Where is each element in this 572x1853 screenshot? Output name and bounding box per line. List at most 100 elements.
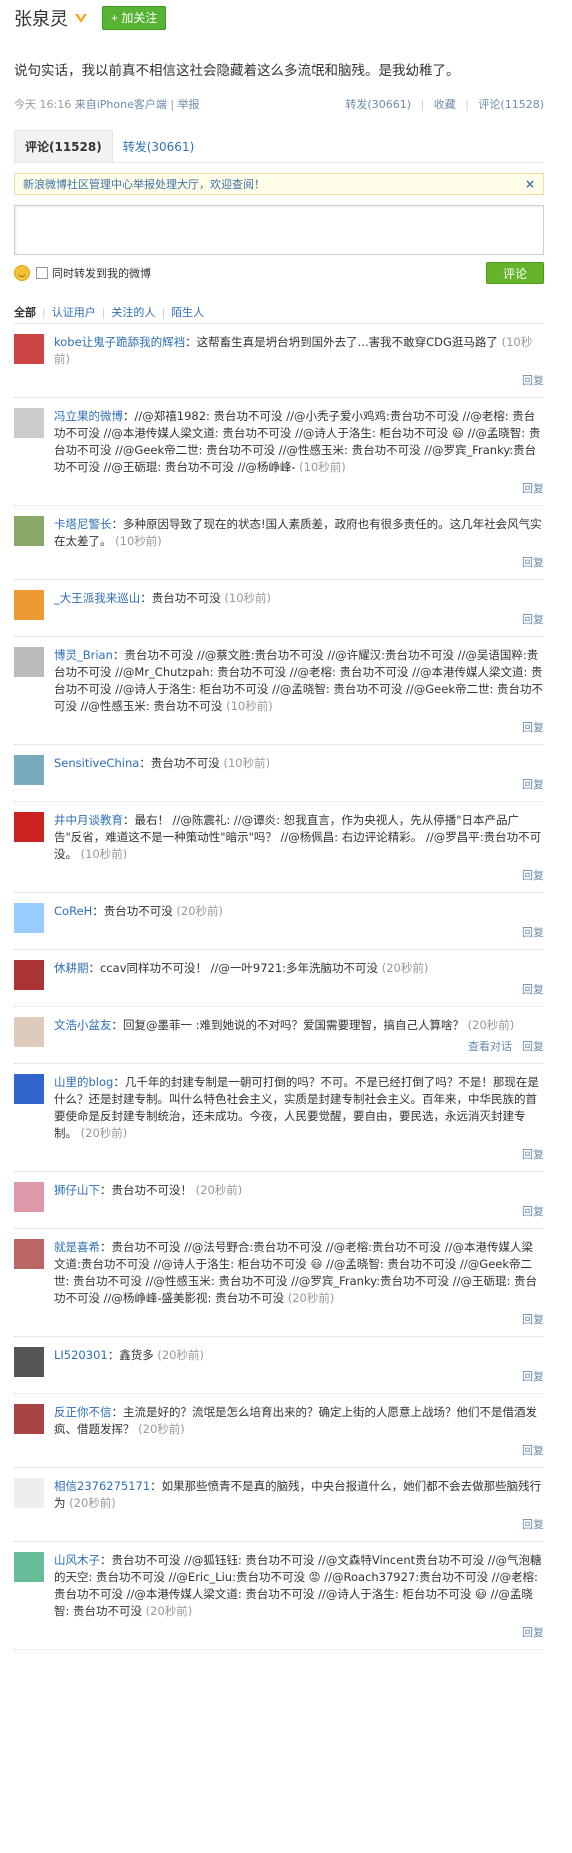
comment-item: 井中月谈教育：最右！ //@陈震礼: //@谭炎: 恕我直言，作为央视人，先从停… xyxy=(14,802,544,893)
repost-checkbox[interactable] xyxy=(36,267,48,279)
comment-text: ：//@郑禧1982: 贵台功不可没 //@小秃子爱小鸡鸡:贵台功不可没 //@… xyxy=(54,409,541,474)
reply-link[interactable]: 回复 xyxy=(522,983,544,996)
avatar[interactable] xyxy=(14,812,44,842)
filter-verified[interactable]: 认证用户 xyxy=(52,304,96,320)
reply-link[interactable]: 回复 xyxy=(522,1518,544,1531)
reply-link[interactable]: 回复 xyxy=(522,926,544,939)
status-time[interactable]: 今天 16:16 xyxy=(14,98,71,111)
avatar[interactable] xyxy=(14,1074,44,1104)
report-link[interactable]: 举报 xyxy=(178,98,200,111)
comment-text: ：贵台功不可没！ xyxy=(100,1183,192,1197)
comment-author[interactable]: 井中月谈教育 xyxy=(54,813,123,827)
comment-author[interactable]: 博灵_Brian xyxy=(54,648,113,662)
emoticon-icon[interactable] xyxy=(14,265,30,281)
comment-author[interactable]: LI520301 xyxy=(54,1348,108,1362)
comment-body: kobe让鬼子跪舔我的辉裆：这帮畜生真是坍台坍到国外去了...害我不敢穿CDG逛… xyxy=(54,334,544,397)
comment-input[interactable] xyxy=(14,205,544,255)
comment-text: ：鑫货多 xyxy=(107,1348,154,1362)
comment-author[interactable]: CoReH xyxy=(54,904,92,918)
reply-link[interactable]: 回复 xyxy=(522,374,544,387)
reply-link[interactable]: 回复 xyxy=(522,1313,544,1326)
avatar[interactable] xyxy=(14,960,44,990)
comment-actions: 回复 xyxy=(54,1146,544,1171)
avatar[interactable] xyxy=(14,647,44,677)
comment-author[interactable]: 冯立果的微博 xyxy=(54,409,123,423)
reply-link[interactable]: 回复 xyxy=(522,1370,544,1383)
comment-body: SensitiveChina：贵台功不可没 (10秒前) 回复 xyxy=(54,755,544,801)
comment-author[interactable]: 狮仔山下 xyxy=(54,1183,100,1197)
comment-item: SensitiveChina：贵台功不可没 (10秒前) 回复 xyxy=(14,745,544,802)
reply-link[interactable]: 回复 xyxy=(522,1205,544,1218)
comment-item: 山里的blog：几千年的封建专制是一朝可打倒的吗？不可。不是已经打倒了吗？不是！… xyxy=(14,1064,544,1172)
close-icon[interactable]: × xyxy=(525,177,535,191)
tab-comments[interactable]: 评论(11528) xyxy=(14,130,113,162)
reply-link[interactable]: 回复 xyxy=(522,482,544,495)
comment-body: 冯立果的微博：//@郑禧1982: 贵台功不可没 //@小秃子爱小鸡鸡:贵台功不… xyxy=(54,408,544,505)
avatar[interactable] xyxy=(14,1239,44,1269)
submit-comment-button[interactable]: 评论 xyxy=(486,262,544,284)
reply-link[interactable]: 回复 xyxy=(522,721,544,734)
avatar[interactable] xyxy=(14,516,44,546)
comment-author[interactable]: _大王派我来巡山 xyxy=(54,591,140,605)
filter-strangers[interactable]: 陌生人 xyxy=(171,304,204,320)
comment-actions: 回复 xyxy=(54,776,544,801)
comment-actions: 回复 xyxy=(54,1368,544,1393)
avatar[interactable] xyxy=(14,1182,44,1212)
comment-author[interactable]: 相信2376275171 xyxy=(54,1479,150,1493)
comment-text: ：主流是好的？流氓是怎么培育出来的？确定上街的人愿意上战场？他们不是借酒发疯、借… xyxy=(54,1405,537,1436)
comment-time: (20秒前) xyxy=(464,1018,515,1032)
comment-author[interactable]: 休耕期 xyxy=(54,961,89,975)
comment-body: 卡塔尼警长：多种原因导致了现在的状态!国人素质差，政府也有很多责任的。这几年社会… xyxy=(54,516,544,579)
avatar[interactable] xyxy=(14,903,44,933)
reply-link[interactable]: 回复 xyxy=(522,613,544,626)
user-name[interactable]: 张泉灵 xyxy=(14,5,68,31)
reply-link[interactable]: 回复 xyxy=(522,556,544,569)
comment-body: 山风木子：贵台功不可没 //@狐钰钰: 贵台功不可没 //@文森特Vincent… xyxy=(54,1552,544,1649)
avatar[interactable] xyxy=(14,1017,44,1047)
comment-author[interactable]: 山里的blog xyxy=(54,1075,113,1089)
favorite-link[interactable]: 收藏 xyxy=(434,98,456,111)
comment-link[interactable]: 评论(11528) xyxy=(478,98,544,111)
comment-item: 反正你不信：主流是好的？流氓是怎么培育出来的？确定上街的人愿意上战场？他们不是借… xyxy=(14,1394,544,1468)
avatar[interactable] xyxy=(14,1347,44,1377)
comment-actions: 回复 xyxy=(54,1311,544,1336)
comment-author[interactable]: 山风木子 xyxy=(54,1553,100,1567)
avatar[interactable] xyxy=(14,590,44,620)
reply-link[interactable]: 回复 xyxy=(522,869,544,882)
comment-item: 狮仔山下：贵台功不可没！ (20秒前) 回复 xyxy=(14,1172,544,1229)
status-source[interactable]: 来自iPhone客户端 xyxy=(75,98,167,111)
reply-link[interactable]: 回复 xyxy=(522,778,544,791)
comment-author[interactable]: 文浩小盆友 xyxy=(54,1018,112,1032)
notice-text[interactable]: 新浪微博社区管理中心举报处理大厅，欢迎查阅！ xyxy=(23,176,265,192)
reply-link[interactable]: 回复 xyxy=(522,1444,544,1457)
comment-author[interactable]: 就是喜希 xyxy=(54,1240,100,1254)
comment-actions: 回复 xyxy=(54,1203,544,1228)
comment-author[interactable]: kobe让鬼子跪舔我的辉裆 xyxy=(54,335,185,349)
reply-link[interactable]: 回复 xyxy=(522,1040,544,1053)
reply-link[interactable]: 回复 xyxy=(522,1626,544,1639)
comment-item: 冯立果的微博：//@郑禧1982: 贵台功不可没 //@小秃子爱小鸡鸡:贵台功不… xyxy=(14,398,544,506)
follow-button[interactable]: + 加关注 xyxy=(102,6,167,30)
avatar[interactable] xyxy=(14,755,44,785)
comment-author[interactable]: 卡塔尼警长 xyxy=(54,517,112,531)
tab-reposts[interactable]: 转发(30661) xyxy=(113,130,205,162)
repost-link[interactable]: 转发(30661) xyxy=(345,98,411,111)
filter-following[interactable]: 关注的人 xyxy=(111,304,155,320)
avatar[interactable] xyxy=(14,1478,44,1508)
comment-author[interactable]: SensitiveChina xyxy=(54,756,139,770)
avatar[interactable] xyxy=(14,334,44,364)
reply-link[interactable]: 回复 xyxy=(522,1148,544,1161)
view-conversation-link[interactable]: 查看对话 xyxy=(468,1040,512,1053)
avatar[interactable] xyxy=(14,1404,44,1434)
comment-time: (20秒前) xyxy=(77,1126,128,1140)
notice-bar: 新浪微博社区管理中心举报处理大厅，欢迎查阅！ × xyxy=(14,173,544,195)
avatar[interactable] xyxy=(14,1552,44,1582)
comment-tabs: 评论(11528) 转发(30661) xyxy=(14,130,544,163)
comment-actions: 回复 xyxy=(54,480,544,505)
avatar[interactable] xyxy=(14,408,44,438)
comment-author[interactable]: 反正你不信 xyxy=(54,1405,112,1419)
comment-time: (10秒前) xyxy=(219,756,271,770)
repost-checkbox-label: 同时转发到我的微博 xyxy=(52,267,151,280)
filter-all[interactable]: 全部 xyxy=(14,304,36,320)
comment-body: 山里的blog：几千年的封建专制是一朝可打倒的吗？不可。不是已经打倒了吗？不是！… xyxy=(54,1074,544,1171)
